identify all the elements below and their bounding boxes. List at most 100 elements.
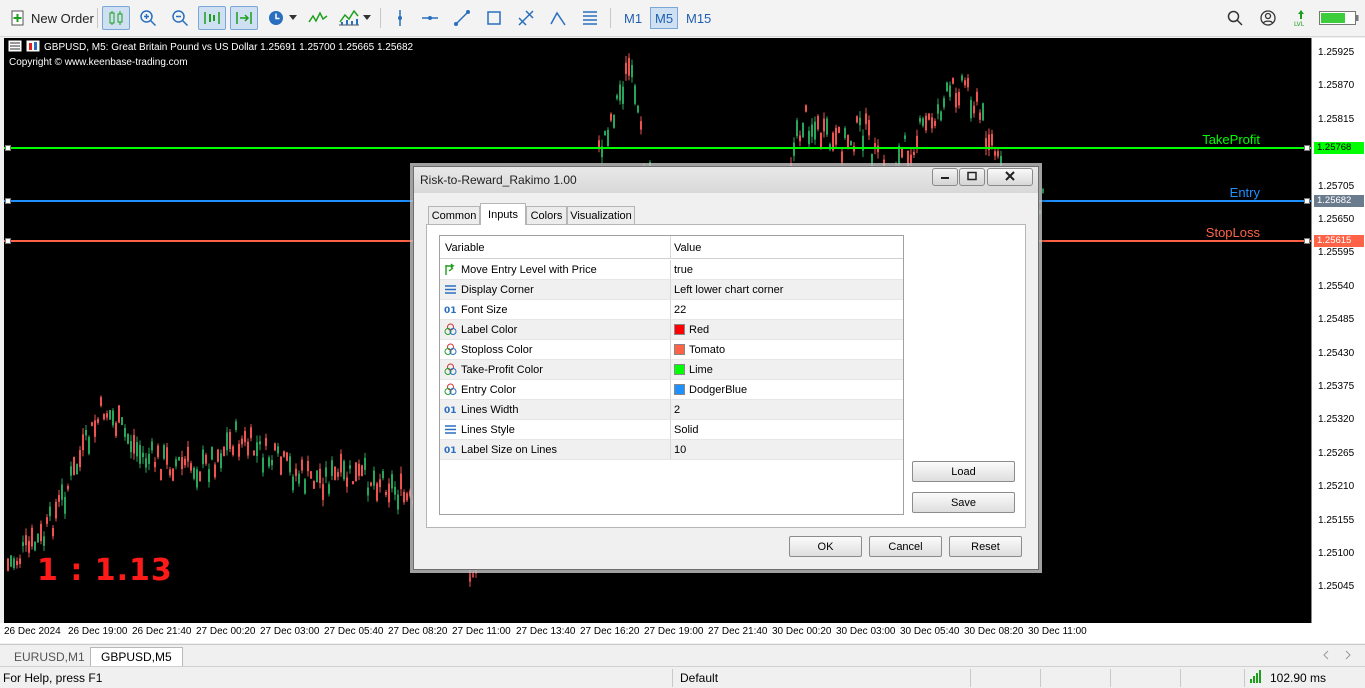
input-variable-cell: Display Corner [444, 280, 670, 299]
input-row[interactable]: Stoploss Color Tomato [440, 340, 903, 360]
timeframe-m5[interactable]: M5 [650, 7, 679, 29]
input-value-cell[interactable]: Red [670, 320, 903, 339]
input-value[interactable]: 22 [674, 304, 686, 316]
save-button[interactable]: Save [912, 492, 1015, 513]
input-value-cell[interactable]: Lime [670, 360, 903, 379]
integer-icon: 01 [444, 443, 457, 456]
input-value-cell[interactable]: 22 [670, 300, 903, 319]
input-value[interactable]: 10 [674, 444, 686, 456]
time-axis[interactable]: 26 Dec 2024 26 Dec 19:00 26 Dec 21:40 27 De… [0, 623, 1365, 643]
color-swatch[interactable] [674, 344, 685, 355]
tab-visualization[interactable]: Visualization [567, 206, 635, 224]
new-order-button[interactable]: New Order [10, 6, 96, 30]
periodicity-button[interactable] [264, 6, 300, 30]
chart-tab-gbpusd[interactable]: GBPUSD,M5 [90, 647, 183, 666]
load-button[interactable]: Load [912, 461, 1015, 482]
signal-level-button[interactable]: LVL [1290, 6, 1312, 30]
channel-button[interactable] [546, 6, 570, 30]
zoom-in-button[interactable] [136, 6, 160, 30]
input-value-cell[interactable]: Solid [670, 420, 903, 439]
tab-inputs[interactable]: Inputs [480, 203, 526, 225]
timeframe-m15[interactable]: M15 [682, 7, 715, 29]
take-profit-handle-right[interactable] [1304, 145, 1310, 152]
input-value-cell[interactable]: true [670, 260, 903, 279]
input-value[interactable]: 2 [674, 404, 680, 416]
input-value[interactable]: Red [689, 324, 709, 336]
objects-list-button[interactable] [578, 6, 602, 30]
entry-handle-right[interactable] [1304, 197, 1310, 204]
fibonacci-button[interactable] [514, 6, 538, 30]
input-variable-cell: Take-Profit Color [444, 360, 670, 379]
maximize-button[interactable] [959, 168, 985, 186]
input-value[interactable]: Tomato [689, 344, 725, 356]
tabs-scroll-right-icon[interactable] [1344, 649, 1352, 664]
rectangle-button[interactable] [482, 6, 506, 30]
dialog-titlebar[interactable]: Risk-to-Reward_Rakimo 1.00 [414, 167, 1038, 193]
timeframe-m1[interactable]: M1 [620, 7, 646, 29]
entry-price-badge: 1.25682 [1314, 194, 1364, 207]
input-value-cell[interactable]: 2 [670, 400, 903, 419]
input-row[interactable]: 01 Lines Width 2 [440, 400, 903, 420]
color-swatch[interactable] [674, 364, 685, 375]
indicators-button[interactable] [306, 6, 330, 30]
input-row[interactable]: 01 Font Size 22 [440, 300, 903, 320]
ok-button[interactable]: OK [789, 536, 862, 557]
input-row[interactable]: Label Color Red [440, 320, 903, 340]
input-row[interactable]: Move Entry Level with Price true [440, 260, 903, 280]
input-value-cell[interactable]: Left lower chart corner [670, 280, 903, 299]
horizontal-line-icon [421, 9, 439, 27]
inputs-grid[interactable]: Variable Value Move Entry Level with Pri… [439, 235, 904, 515]
tab-common[interactable]: Common [428, 206, 480, 224]
input-value[interactable]: DodgerBlue [689, 384, 747, 396]
input-row[interactable]: 01 Label Size on Lines 10 [440, 440, 903, 460]
time-tick: 30 Dec 03:00 [836, 626, 896, 637]
take-profit-line[interactable] [4, 147, 1311, 150]
indicators-list-button[interactable] [336, 6, 372, 30]
input-value-cell[interactable]: DodgerBlue [670, 380, 903, 399]
color-swatch[interactable] [674, 384, 685, 395]
zoom-out-button[interactable] [168, 6, 192, 30]
stop-loss-handle-right[interactable] [1304, 238, 1310, 245]
search-button[interactable] [1224, 6, 1246, 30]
reset-button[interactable]: Reset [949, 536, 1022, 557]
input-value[interactable]: Left lower chart corner [674, 284, 783, 296]
chart-menu-icon[interactable] [8, 40, 22, 55]
input-row[interactable]: Lines Style Solid [440, 420, 903, 440]
input-value[interactable]: Lime [689, 364, 713, 376]
horizontal-line-button[interactable] [418, 6, 442, 30]
input-value[interactable]: Solid [674, 424, 698, 436]
zoom-out-icon [171, 9, 189, 27]
input-row[interactable]: Entry Color DodgerBlue [440, 380, 903, 400]
time-tick: 27 Dec 08:20 [388, 626, 448, 637]
input-row[interactable]: Display Corner Left lower chart corner [440, 280, 903, 300]
profile-name[interactable]: Default [680, 671, 718, 685]
bar-chart-button[interactable] [102, 6, 130, 30]
autoscroll-button[interactable] [198, 6, 226, 30]
vertical-line-button[interactable] [388, 6, 412, 30]
input-value[interactable]: true [674, 264, 693, 276]
price-axis[interactable]: 1.25925 1.25870 1.25815 1.25705 1.25650 1.255… [1311, 38, 1365, 623]
connection-bars-icon[interactable] [1250, 670, 1264, 687]
tab-colors[interactable]: Colors [526, 206, 567, 224]
stop-loss-handle-left[interactable] [5, 238, 11, 245]
input-value-cell[interactable]: Tomato [670, 340, 903, 359]
trendline-button[interactable] [450, 6, 474, 30]
cancel-button[interactable]: Cancel [869, 536, 942, 557]
one-click-trading-icon[interactable] [26, 40, 40, 55]
tabs-scroll-left-icon[interactable] [1322, 649, 1330, 664]
input-row[interactable]: Take-Profit Color Lime [440, 360, 903, 380]
price-tick: 1.25815 [1318, 113, 1355, 125]
take-profit-price-badge: 1.25768 [1314, 142, 1364, 155]
dialog-title: Risk-to-Reward_Rakimo 1.00 [420, 173, 577, 187]
column-value[interactable]: Value [670, 236, 903, 259]
entry-handle-left[interactable] [5, 197, 11, 204]
chart-shift-button[interactable] [230, 6, 258, 30]
minimize-button[interactable] [932, 168, 958, 186]
close-button[interactable] [987, 168, 1033, 186]
chart-tab-eurusd[interactable]: EURUSD,M1 [4, 647, 95, 666]
take-profit-handle-left[interactable] [5, 145, 11, 152]
color-swatch[interactable] [674, 324, 685, 335]
input-value-cell[interactable]: 10 [670, 440, 903, 459]
account-button[interactable] [1257, 6, 1279, 30]
column-variable[interactable]: Variable [445, 236, 671, 259]
